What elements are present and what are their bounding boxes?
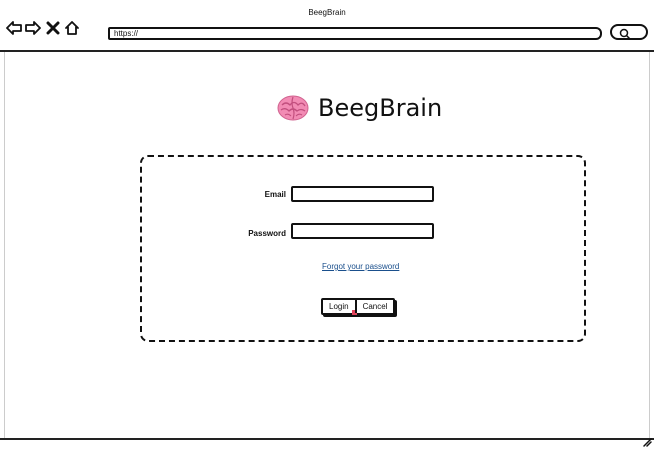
login-button-label: Login [329, 302, 349, 311]
window-title: BeegBrain [308, 8, 346, 17]
email-label: Email [264, 190, 286, 199]
search-button[interactable] [610, 24, 648, 40]
close-x-icon[interactable] [46, 20, 60, 36]
resize-grip-icon[interactable] [642, 434, 652, 452]
password-label: Password [248, 229, 286, 238]
search-icon [619, 27, 631, 45]
login-button[interactable]: Login [323, 300, 357, 315]
password-field[interactable] [291, 223, 434, 239]
button-group: Login Cancel [321, 298, 396, 315]
back-arrow-icon[interactable] [6, 20, 22, 36]
cancel-button[interactable]: Cancel [354, 300, 394, 313]
status-bar [0, 438, 654, 453]
email-field[interactable] [291, 186, 434, 202]
home-icon[interactable] [64, 20, 80, 36]
brain-icon [276, 93, 310, 123]
url-bar[interactable]: https:// [108, 27, 602, 40]
forgot-password-link[interactable]: Forgot your password [322, 262, 399, 271]
logo-text: BeegBrain [318, 94, 443, 122]
forward-arrow-icon[interactable] [25, 20, 41, 36]
url-text: https:// [114, 29, 139, 38]
logo: BeegBrain [276, 88, 442, 128]
browser-window: BeegBrain https:// BeegBrain Email Passw… [0, 0, 654, 453]
browser-toolbar: BeegBrain https:// [0, 0, 654, 52]
